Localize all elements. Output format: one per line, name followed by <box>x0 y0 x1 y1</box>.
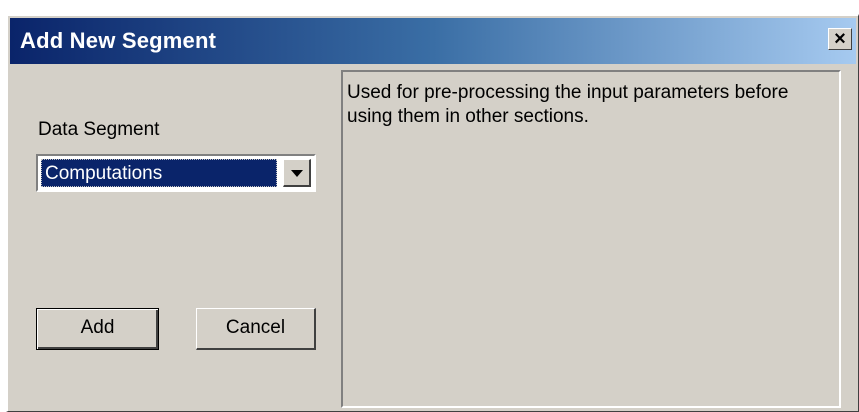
data-segment-label: Data Segment <box>38 119 160 140</box>
add-button[interactable]: Add <box>36 308 159 350</box>
dropdown-arrow-button[interactable] <box>283 159 311 187</box>
cancel-button[interactable]: Cancel <box>196 308 316 350</box>
title-bar[interactable]: Add New Segment × <box>10 18 856 64</box>
dialog-title: Add New Segment <box>20 28 217 53</box>
data-segment-dropdown[interactable]: Computations <box>36 154 316 192</box>
chevron-down-icon <box>291 170 303 177</box>
add-new-segment-dialog: Add New Segment × Data Segment Computati… <box>6 14 859 412</box>
segment-description-panel: Used for pre-processing the input parame… <box>341 70 841 408</box>
segment-description-text: Used for pre-processing the input parame… <box>347 82 789 127</box>
close-icon: × <box>834 28 846 50</box>
data-segment-selected-value[interactable]: Computations <box>41 159 277 187</box>
close-button[interactable]: × <box>828 28 852 50</box>
